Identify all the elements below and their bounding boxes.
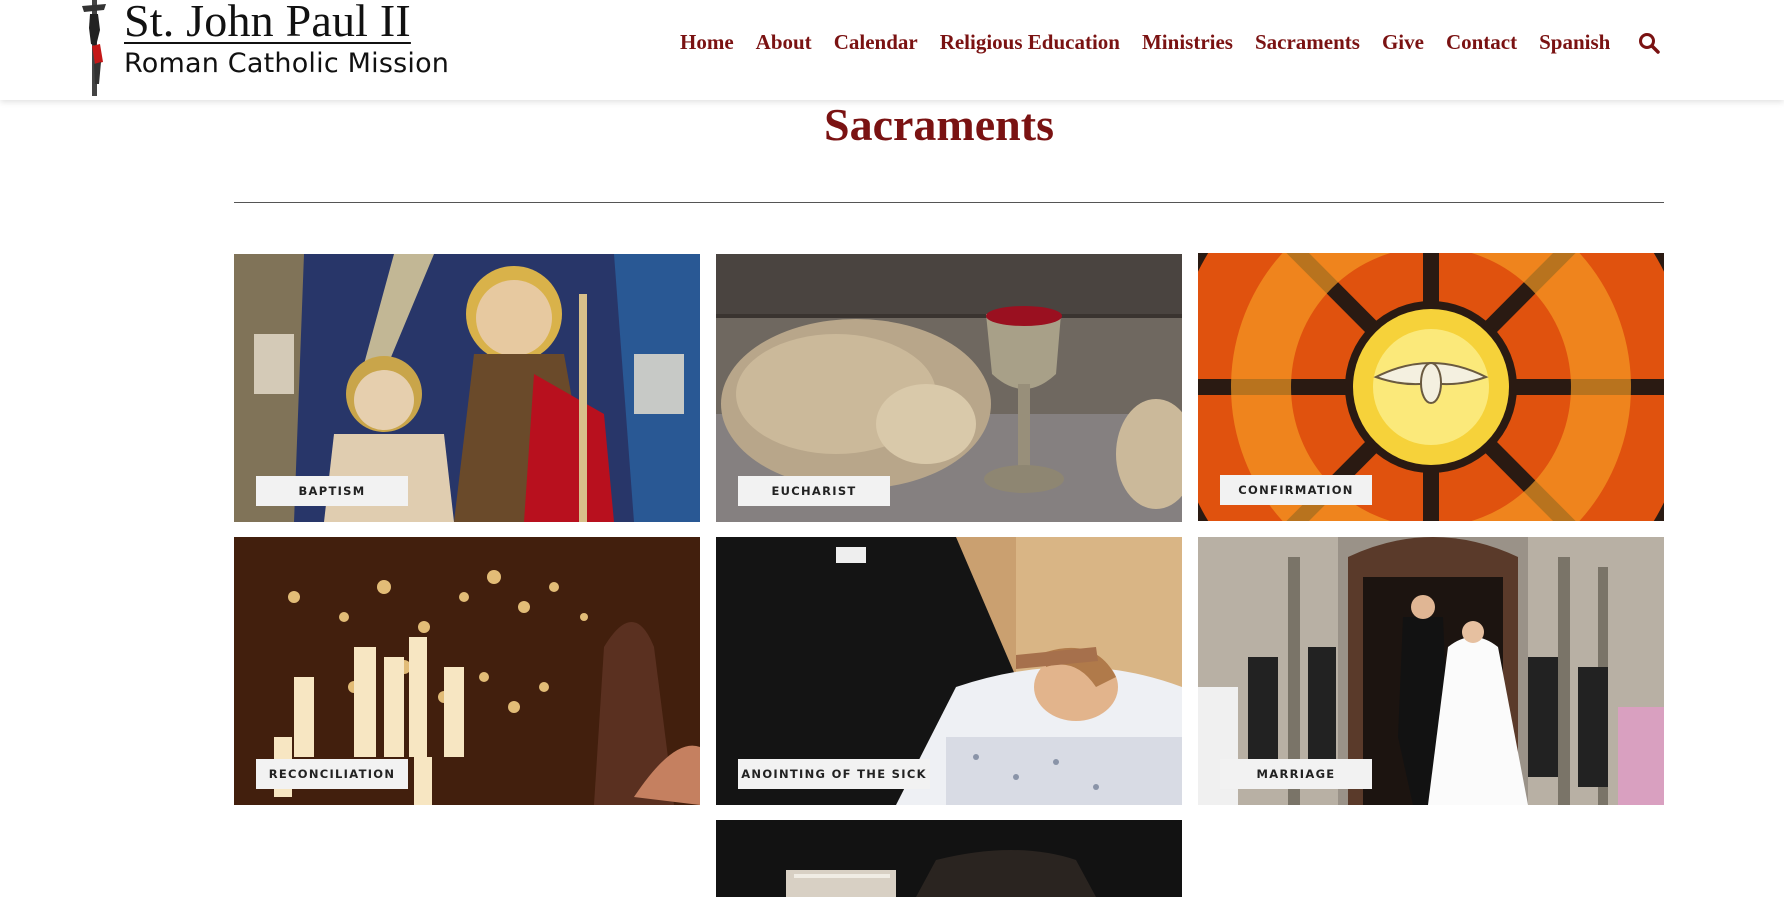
nav-calendar[interactable]: Calendar bbox=[834, 30, 918, 55]
nav-contact[interactable]: Contact bbox=[1446, 30, 1517, 55]
nav-spanish[interactable]: Spanish bbox=[1539, 30, 1610, 55]
sacrament-card-reconciliation[interactable]: RECONCILIATION bbox=[234, 537, 700, 805]
nav-give[interactable]: Give bbox=[1382, 30, 1424, 55]
site-title: St. John Paul II bbox=[124, 0, 411, 46]
nav-about[interactable]: About bbox=[756, 30, 812, 55]
sacrament-card-anointing-of-the-sick[interactable]: ANOINTING OF THE SICK bbox=[716, 537, 1182, 805]
holy-orders-image bbox=[716, 820, 1182, 897]
title-divider bbox=[234, 202, 1664, 203]
nav-ministries[interactable]: Ministries bbox=[1142, 30, 1233, 55]
nav-sacraments[interactable]: Sacraments bbox=[1255, 30, 1360, 55]
crucifix-icon bbox=[82, 0, 106, 96]
sacrament-card-baptism[interactable]: BAPTISM bbox=[234, 254, 700, 522]
sacrament-card-marriage[interactable]: MARRIAGE bbox=[1198, 537, 1664, 805]
sacrament-card-partial[interactable] bbox=[716, 820, 1182, 897]
search-icon[interactable] bbox=[1638, 32, 1661, 54]
nav-home[interactable]: Home bbox=[680, 30, 734, 55]
sacrament-label: EUCHARIST bbox=[738, 476, 890, 506]
site-logo[interactable]: St. John Paul II Roman Catholic Mission bbox=[76, 0, 449, 96]
nav-religious-education[interactable]: Religious Education bbox=[940, 30, 1120, 55]
sacrament-label: ANOINTING OF THE SICK bbox=[738, 759, 930, 789]
site-header: St. John Paul II Roman Catholic Mission … bbox=[0, 0, 1784, 100]
sacrament-label: CONFIRMATION bbox=[1220, 475, 1372, 505]
sacrament-card-confirmation[interactable]: CONFIRMATION bbox=[1198, 253, 1664, 521]
sacrament-label: MARRIAGE bbox=[1220, 759, 1372, 789]
page-title: Sacraments bbox=[824, 99, 1054, 150]
site-subtitle: Roman Catholic Mission bbox=[124, 48, 450, 79]
main-nav: Home About Calendar Religious Education … bbox=[680, 24, 1661, 60]
sacrament-label: BAPTISM bbox=[256, 476, 408, 506]
sacrament-card-eucharist[interactable]: EUCHARIST bbox=[716, 254, 1182, 522]
sacrament-label: RECONCILIATION bbox=[256, 759, 408, 789]
